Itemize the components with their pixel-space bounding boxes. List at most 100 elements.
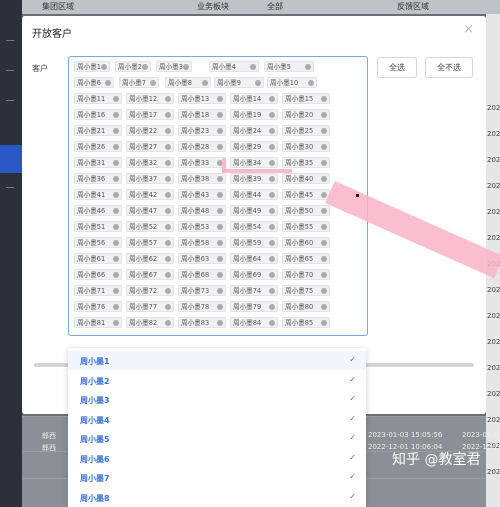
remove-tag-icon[interactable]: [217, 144, 223, 150]
dropdown-option[interactable]: 周小墨6 ✓: [68, 449, 366, 468]
remove-tag-icon[interactable]: [113, 224, 119, 230]
remove-tag-icon[interactable]: [217, 288, 223, 294]
remove-tag-icon[interactable]: [321, 192, 327, 198]
remove-tag-icon[interactable]: [269, 160, 275, 166]
remove-tag-icon[interactable]: [217, 208, 223, 214]
remove-tag-icon[interactable]: [217, 240, 223, 246]
customer-tag[interactable]: 周小墨64: [230, 253, 278, 264]
customer-tag[interactable]: 周小墨44: [230, 189, 278, 200]
remove-tag-icon[interactable]: [101, 64, 107, 70]
customer-tag[interactable]: 周小墨33: [178, 157, 226, 168]
customer-tag[interactable]: 周小墨53: [178, 221, 226, 232]
remove-tag-icon[interactable]: [269, 112, 275, 118]
remove-tag-icon[interactable]: [321, 96, 327, 102]
customer-tag[interactable]: 周小墨34: [230, 157, 278, 168]
remove-tag-icon[interactable]: [269, 288, 275, 294]
remove-tag-icon[interactable]: [269, 272, 275, 278]
customer-tag[interactable]: 周小墨5: [264, 61, 314, 72]
remove-tag-icon[interactable]: [269, 176, 275, 182]
customer-tag[interactable]: 周小墨28: [178, 141, 226, 152]
remove-tag-icon[interactable]: [269, 240, 275, 246]
remove-tag-icon[interactable]: [113, 240, 119, 246]
remove-tag-icon[interactable]: [269, 304, 275, 310]
remove-tag-icon[interactable]: [183, 64, 189, 70]
remove-tag-icon[interactable]: [113, 208, 119, 214]
remove-tag-icon[interactable]: [165, 192, 171, 198]
remove-tag-icon[interactable]: [113, 160, 119, 166]
customer-tag[interactable]: 周小墨51: [74, 221, 122, 232]
customer-tag[interactable]: 周小墨79: [230, 301, 278, 312]
remove-tag-icon[interactable]: [113, 288, 119, 294]
customer-tag[interactable]: 周小墨15: [282, 93, 330, 104]
customer-tag[interactable]: 周小墨3: [156, 61, 192, 72]
customer-tag[interactable]: 周小墨52: [126, 221, 174, 232]
remove-tag-icon[interactable]: [165, 208, 171, 214]
remove-tag-icon[interactable]: [217, 304, 223, 310]
customer-tag[interactable]: 周小墨74: [230, 285, 278, 296]
remove-tag-icon[interactable]: [305, 64, 311, 70]
customer-tag[interactable]: 周小墨78: [178, 301, 226, 312]
remove-tag-icon[interactable]: [217, 320, 223, 326]
remove-tag-icon[interactable]: [165, 256, 171, 262]
deselect-all-button[interactable]: 全不选: [425, 57, 473, 78]
customer-tag[interactable]: 周小墨41: [74, 189, 122, 200]
customer-tag[interactable]: 周小墨60: [282, 237, 330, 248]
customer-tag[interactable]: 周小墨8: [165, 77, 211, 88]
customer-tag[interactable]: 周小墨56: [74, 237, 122, 248]
remove-tag-icon[interactable]: [269, 144, 275, 150]
remove-tag-icon[interactable]: [217, 192, 223, 198]
remove-tag-icon[interactable]: [321, 240, 327, 246]
customer-tag[interactable]: 周小墨7: [119, 77, 159, 88]
customer-tag[interactable]: 周小墨22: [126, 125, 174, 136]
customer-tag[interactable]: 周小墨81: [74, 317, 122, 328]
customer-tag[interactable]: 周小墨68: [178, 269, 226, 280]
customer-tag[interactable]: 周小墨9: [214, 77, 264, 88]
remove-tag-icon[interactable]: [321, 176, 327, 182]
customer-tag[interactable]: 周小墨43: [178, 189, 226, 200]
customer-tag[interactable]: 周小墨14: [230, 93, 278, 104]
remove-tag-icon[interactable]: [113, 96, 119, 102]
dropdown-option[interactable]: 周小墨2 ✓: [68, 371, 366, 390]
remove-tag-icon[interactable]: [269, 256, 275, 262]
remove-tag-icon[interactable]: [165, 160, 171, 166]
customer-tag[interactable]: 周小墨40: [282, 173, 330, 184]
remove-tag-icon[interactable]: [105, 80, 111, 86]
customer-tag[interactable]: 周小墨69: [230, 269, 278, 280]
customer-tag[interactable]: 周小墨49: [230, 205, 278, 216]
remove-tag-icon[interactable]: [269, 208, 275, 214]
customer-tag[interactable]: 周小墨70: [282, 269, 330, 280]
remove-tag-icon[interactable]: [113, 128, 119, 134]
customer-tag[interactable]: 周小墨77: [126, 301, 174, 312]
customer-tag[interactable]: 周小墨16: [74, 109, 122, 120]
remove-tag-icon[interactable]: [113, 256, 119, 262]
customer-tag[interactable]: 周小墨35: [282, 157, 330, 168]
customer-tag[interactable]: 周小墨58: [178, 237, 226, 248]
remove-tag-icon[interactable]: [165, 128, 171, 134]
customer-tag[interactable]: 周小墨23: [178, 125, 226, 136]
customer-tag[interactable]: 周小墨4: [209, 61, 259, 72]
customer-tag[interactable]: 周小墨75: [282, 285, 330, 296]
customer-tag[interactable]: 周小墨65: [282, 253, 330, 264]
remove-tag-icon[interactable]: [321, 256, 327, 262]
customer-tag[interactable]: 周小墨76: [74, 301, 122, 312]
customer-tag[interactable]: 周小墨36: [74, 173, 122, 184]
remove-tag-icon[interactable]: [165, 272, 171, 278]
remove-tag-icon[interactable]: [217, 256, 223, 262]
customer-tag[interactable]: 周小墨62: [126, 253, 174, 264]
customer-tag[interactable]: 周小墨54: [230, 221, 278, 232]
customer-tag[interactable]: 周小墨20: [282, 109, 330, 120]
customer-tag[interactable]: 周小墨55: [282, 221, 330, 232]
remove-tag-icon[interactable]: [321, 128, 327, 134]
dropdown-option[interactable]: 周小墨8 ✓: [68, 488, 366, 507]
remove-tag-icon[interactable]: [165, 144, 171, 150]
customer-tag[interactable]: 周小墨83: [178, 317, 226, 328]
customer-tag[interactable]: 周小墨26: [74, 141, 122, 152]
remove-tag-icon[interactable]: [165, 96, 171, 102]
customer-tag[interactable]: 周小墨67: [126, 269, 174, 280]
customer-tag[interactable]: 周小墨61: [74, 253, 122, 264]
dropdown-option[interactable]: 周小墨1 ✓: [68, 351, 366, 370]
remove-tag-icon[interactable]: [113, 304, 119, 310]
customer-tag[interactable]: 周小墨32: [126, 157, 174, 168]
customer-tag[interactable]: 周小墨45: [282, 189, 330, 200]
customer-tag[interactable]: 周小墨46: [74, 205, 122, 216]
